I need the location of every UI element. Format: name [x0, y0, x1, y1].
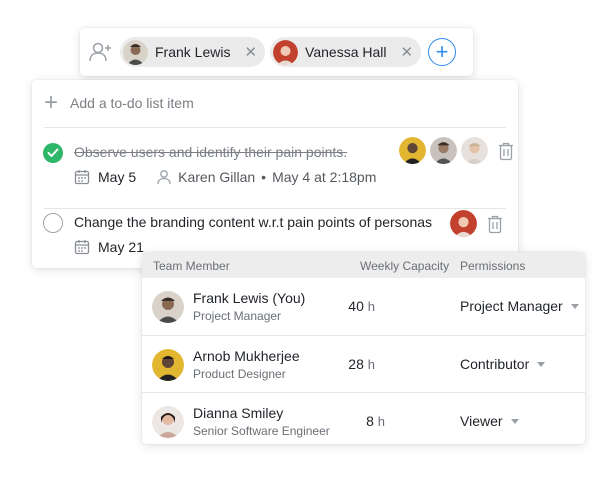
- calendar-icon: [74, 170, 90, 185]
- separator: •: [261, 169, 267, 185]
- avatar[interactable]: [429, 136, 458, 165]
- table-header: Team Member Weekly Capacity Permissions: [142, 252, 585, 278]
- add-todo-placeholder: Add a to-do list item: [70, 95, 194, 111]
- task-timestamp: May 4 at 2:18pm: [272, 169, 377, 185]
- capacity-value[interactable]: 8 h: [335, 413, 385, 429]
- capacity-value[interactable]: 28 h: [325, 356, 375, 372]
- permission-value: Viewer: [460, 413, 503, 429]
- task-assignees: [449, 209, 504, 238]
- permission-dropdown[interactable]: Contributor: [460, 356, 546, 372]
- trash-icon[interactable]: [486, 214, 504, 234]
- column-header-permissions: Permissions: [460, 259, 526, 273]
- capacity-unit: h: [367, 357, 375, 372]
- task-title[interactable]: Change the branding content w.r.t pain p…: [74, 214, 432, 230]
- capacity-number: 40: [348, 298, 364, 314]
- avatar: [273, 39, 299, 65]
- remove-icon[interactable]: ✕: [401, 45, 414, 60]
- task-due-date[interactable]: May 5: [98, 169, 136, 185]
- member-name: Frank Lewis (You): [193, 290, 306, 306]
- checkbox-unchecked-icon[interactable]: [43, 213, 63, 233]
- table-row: Frank Lewis (You) Project Manager 40 h P…: [142, 278, 585, 335]
- assignee-chip-frank-lewis[interactable]: Frank Lewis ✕: [120, 37, 266, 67]
- avatar[interactable]: [398, 136, 427, 165]
- table-row: Arnob Mukherjee Product Designer 28 h Co…: [142, 335, 585, 392]
- assignee-chip-name: Frank Lewis: [155, 44, 231, 60]
- chevron-down-icon: [570, 303, 579, 309]
- column-header-capacity: Weekly Capacity: [360, 259, 450, 273]
- permission-value: Project Manager: [460, 298, 563, 314]
- assignee-chip-name: Vanessa Hall: [305, 44, 387, 60]
- task-meta: May 21: [74, 239, 144, 255]
- task-assignees: [398, 136, 515, 165]
- task-title[interactable]: Observe users and identify their pain po…: [74, 144, 347, 160]
- avatar: [152, 406, 184, 438]
- chevron-down-icon: [510, 418, 519, 424]
- remove-icon[interactable]: ✕: [244, 45, 257, 60]
- capacity-number: 8: [366, 413, 374, 429]
- capacity-unit: h: [377, 414, 385, 429]
- plus-icon: +: [44, 89, 59, 116]
- capacity-unit: h: [367, 299, 375, 314]
- avatar[interactable]: [449, 209, 478, 238]
- add-person-icon[interactable]: [88, 39, 114, 65]
- capacity-number: 28: [348, 356, 364, 372]
- avatar: [152, 291, 184, 323]
- calendar-icon: [74, 240, 90, 255]
- permission-dropdown[interactable]: Project Manager: [460, 298, 579, 314]
- add-todo-row[interactable]: + Add a to-do list item: [32, 80, 518, 126]
- avatar: [152, 349, 184, 381]
- task-completed-by: Karen Gillan: [178, 169, 256, 185]
- table-row: Dianna Smiley Senior Software Engineer 8…: [142, 392, 585, 449]
- assignee-chip-vanessa-hall[interactable]: Vanessa Hall ✕: [270, 37, 422, 67]
- member-name: Arnob Mukherjee: [193, 348, 300, 364]
- person-icon: [157, 170, 171, 185]
- avatar[interactable]: [460, 136, 489, 165]
- chevron-down-icon: [537, 361, 546, 367]
- task-due-date[interactable]: May 21: [98, 239, 144, 255]
- avatar: [123, 39, 148, 65]
- capacity-value[interactable]: 40 h: [325, 298, 375, 314]
- member-role: Project Manager: [193, 309, 282, 323]
- task-item: Observe users and identify their pain po…: [32, 128, 518, 208]
- add-assignee-button[interactable]: +: [428, 38, 457, 66]
- permission-value: Contributor: [460, 356, 530, 372]
- member-role: Senior Software Engineer: [193, 424, 330, 438]
- checkbox-checked-icon[interactable]: [43, 143, 63, 163]
- column-header-member: Team Member: [153, 259, 230, 273]
- trash-icon[interactable]: [497, 141, 515, 161]
- assignee-bar: Frank Lewis ✕ Vanessa Hall ✕ +: [80, 28, 473, 76]
- permission-dropdown[interactable]: Viewer: [460, 413, 519, 429]
- member-name: Dianna Smiley: [193, 405, 284, 421]
- todo-list-card: + Add a to-do list item Observe users an…: [32, 80, 518, 268]
- member-role: Product Designer: [193, 367, 286, 381]
- team-members-table: Team Member Weekly Capacity Permissions …: [142, 252, 585, 444]
- task-meta: May 5 Karen Gillan • May 4 at 2:18pm: [74, 169, 376, 185]
